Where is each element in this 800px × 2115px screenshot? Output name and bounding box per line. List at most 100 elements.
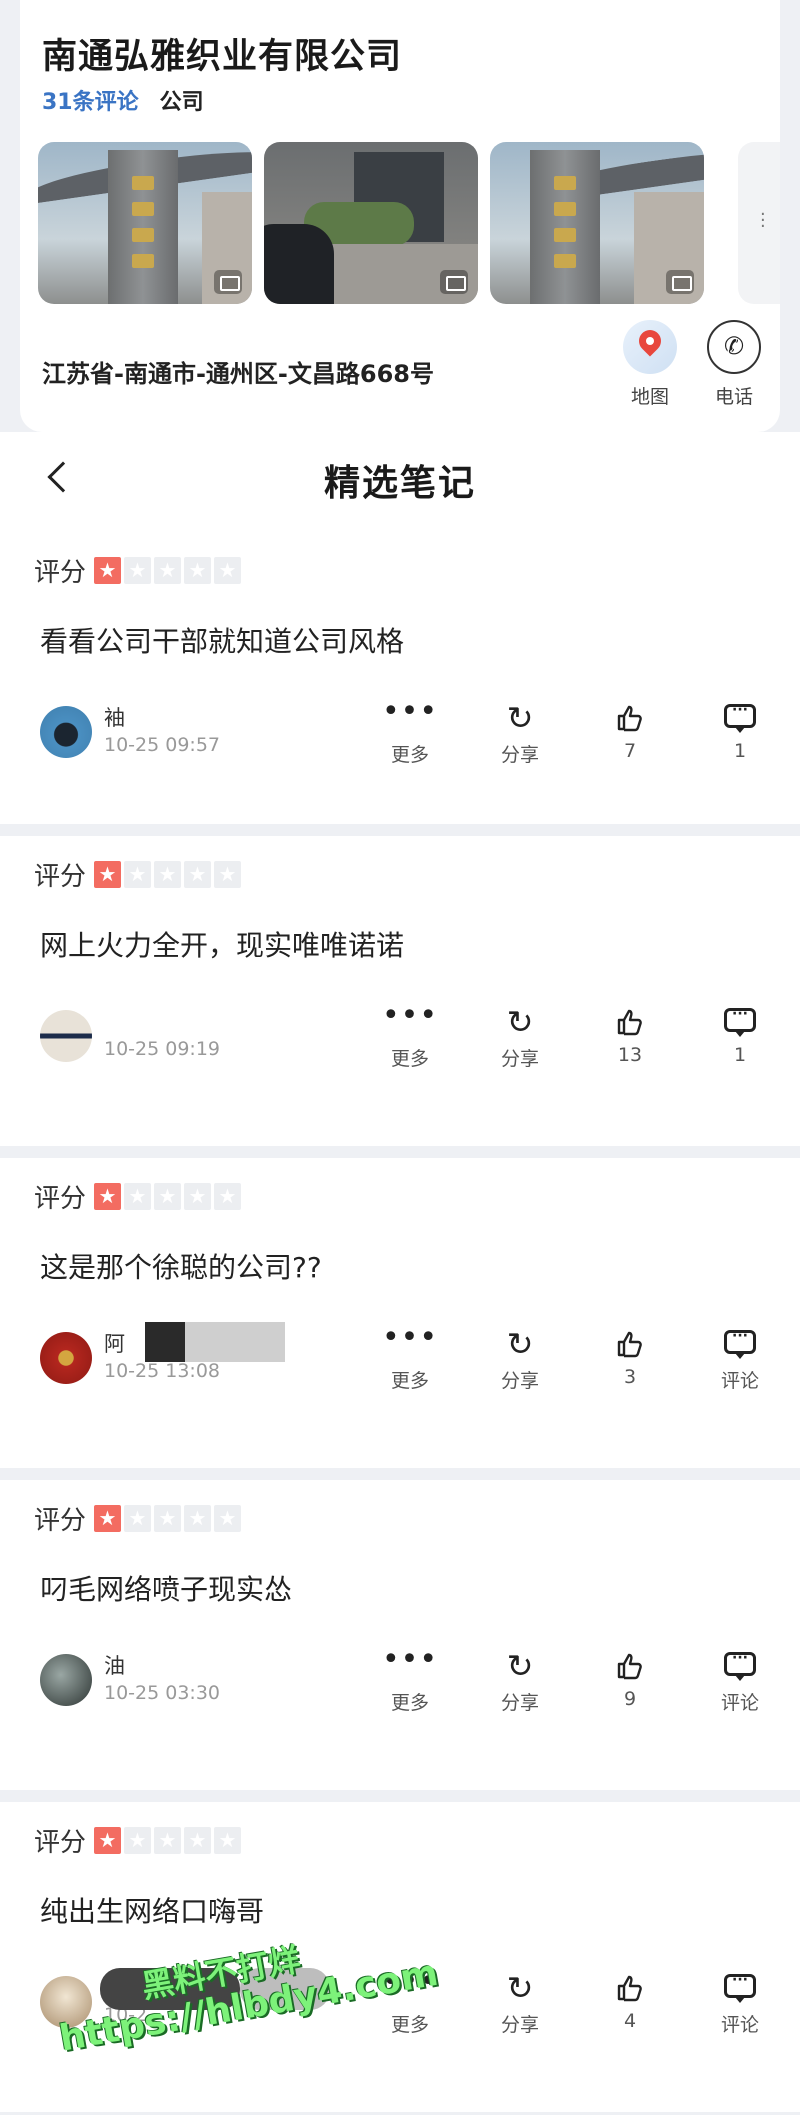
star-icon bbox=[184, 1827, 212, 1854]
review-text: 这是那个徐聪的公司?? bbox=[40, 1251, 322, 1284]
share-icon: ↻ bbox=[506, 699, 534, 737]
avatar[interactable] bbox=[40, 706, 92, 758]
review-actions: ••• 更多 ↻ 分享 7 1 bbox=[370, 697, 780, 770]
star-rating bbox=[94, 1183, 242, 1210]
star-icon bbox=[94, 1183, 122, 1210]
share-button[interactable]: ↻ 分享 bbox=[480, 1648, 560, 1715]
share-button[interactable]: ↻ 分享 bbox=[480, 1326, 560, 1393]
company-meta: 31条评论 公司 bbox=[42, 84, 204, 116]
comment-button[interactable]: 评论 bbox=[700, 1648, 780, 1715]
review-card: 评分 这是那个徐聪的公司?? 阿 10-25 13:08 ••• 更多 ↻ 分享 bbox=[0, 1158, 800, 1468]
star-icon bbox=[214, 1183, 242, 1210]
like-button[interactable]: 13 bbox=[590, 1004, 670, 1066]
like-count: 3 bbox=[623, 1366, 637, 1388]
star-icon bbox=[214, 1505, 242, 1532]
star-rating bbox=[94, 557, 242, 584]
more-button[interactable]: ••• 更多 bbox=[370, 1001, 450, 1071]
rating-label: 评分 bbox=[34, 862, 87, 892]
more-button[interactable]: ••• 更多 bbox=[370, 1320, 450, 1393]
author-name[interactable]: 袖 bbox=[104, 702, 125, 732]
more-button[interactable]: ••• 更多 bbox=[370, 1645, 450, 1715]
like-button[interactable]: 3 bbox=[590, 1326, 670, 1388]
company-card: 南通弘雅织业有限公司 31条评论 公司 · · · 江苏省-南通市-通州区-文昌… bbox=[20, 0, 780, 432]
phone-label: 电话 bbox=[714, 386, 753, 408]
share-icon: ↻ bbox=[506, 1325, 534, 1363]
review-time: 10-25 13:08 bbox=[104, 1360, 221, 1382]
page-title: 精选笔记 bbox=[323, 463, 476, 504]
share-label: 分享 bbox=[500, 2014, 539, 2036]
star-icon bbox=[124, 861, 152, 888]
gallery-photo[interactable] bbox=[264, 142, 478, 304]
comment-label: 评论 bbox=[720, 1692, 759, 1714]
company-category: 公司 bbox=[159, 90, 204, 115]
thumbs-up-icon bbox=[590, 1326, 670, 1362]
more-button[interactable]: ••• 更多 bbox=[370, 697, 450, 767]
more-label: 更多 bbox=[390, 2014, 429, 2036]
like-count: 13 bbox=[617, 1044, 643, 1066]
share-button[interactable]: ↻ 分享 bbox=[480, 700, 560, 767]
star-icon bbox=[124, 1505, 152, 1532]
notes-header: 精选笔记 bbox=[0, 432, 800, 532]
review-card: 评分 叼毛网络喷子现实怂 油 10-25 03:30 ••• 更多 ↻ 分享 bbox=[0, 1480, 800, 1790]
review-time: 10-25 03:30 bbox=[104, 1682, 221, 1704]
redaction-block bbox=[185, 1322, 285, 1362]
map-icon bbox=[623, 320, 677, 374]
rating-label: 评分 bbox=[34, 1184, 87, 1214]
more-label: 更多 bbox=[390, 744, 429, 766]
comment-button[interactable]: 评论 bbox=[700, 1326, 780, 1393]
star-icon bbox=[154, 861, 182, 888]
comment-icon bbox=[700, 700, 780, 736]
review-list: 评分 看看公司干部就知道公司风格 袖 10-25 09:57 ••• 更多 ↻ … bbox=[0, 532, 800, 2115]
reviews-count-link[interactable]: 31条评论 bbox=[42, 90, 139, 115]
thumbs-up-icon bbox=[590, 1648, 670, 1684]
author-name[interactable]: 油 bbox=[104, 1650, 125, 1680]
avatar[interactable] bbox=[40, 1654, 92, 1706]
star-icon bbox=[214, 1827, 242, 1854]
gallery-photo[interactable] bbox=[38, 142, 252, 304]
star-icon bbox=[94, 1827, 122, 1854]
star-icon bbox=[154, 1505, 182, 1532]
star-icon bbox=[124, 557, 152, 584]
review-card: 评分 看看公司干部就知道公司风格 袖 10-25 09:57 ••• 更多 ↻ … bbox=[0, 532, 800, 824]
comment-button[interactable]: 1 bbox=[700, 1004, 780, 1066]
more-photos[interactable]: · · · bbox=[738, 142, 780, 304]
review-card: 评分 网上火力全开，现实唯唯诺诺 10-25 09:19 ••• 更多 ↻ 分享 bbox=[0, 836, 800, 1146]
comment-button[interactable]: 1 bbox=[700, 700, 780, 762]
rating-label: 评分 bbox=[34, 1506, 87, 1536]
photo-gallery[interactable]: · · · bbox=[38, 142, 780, 304]
map-button[interactable]: 地图 bbox=[620, 320, 680, 409]
comment-label: 评论 bbox=[720, 2014, 759, 2036]
more-icon: ••• bbox=[381, 1320, 439, 1355]
review-actions: ••• 更多 ↻ 分享 9 评论 bbox=[370, 1645, 780, 1718]
share-icon: ↻ bbox=[506, 1003, 534, 1041]
comment-icon bbox=[700, 1648, 780, 1684]
review-text: 看看公司干部就知道公司风格 bbox=[40, 625, 405, 658]
star-rating bbox=[94, 861, 242, 888]
like-count: 4 bbox=[623, 2010, 637, 2032]
company-address: 江苏省-南通市-通州区-文昌路668号 bbox=[42, 360, 434, 388]
comment-icon bbox=[700, 1326, 780, 1362]
share-icon: ↻ bbox=[506, 1647, 534, 1685]
star-icon bbox=[94, 1505, 122, 1532]
author-name[interactable]: 阿 bbox=[104, 1328, 125, 1358]
avatar[interactable] bbox=[40, 1332, 92, 1384]
star-icon bbox=[184, 1183, 212, 1210]
comment-button[interactable]: 评论 bbox=[700, 1970, 780, 2037]
share-button[interactable]: ↻ 分享 bbox=[480, 1970, 560, 2037]
gallery-photo[interactable] bbox=[490, 142, 704, 304]
like-button[interactable]: 7 bbox=[590, 700, 670, 762]
like-count: 9 bbox=[623, 1688, 637, 1710]
rating-row: 评分 bbox=[34, 1822, 242, 1859]
review-text: 叼毛网络喷子现实怂 bbox=[40, 1573, 293, 1606]
image-icon bbox=[214, 270, 242, 294]
share-label: 分享 bbox=[500, 1370, 539, 1392]
image-icon bbox=[440, 270, 468, 294]
share-icon: ↻ bbox=[506, 1969, 534, 2007]
phone-button[interactable]: ✆ 电话 bbox=[704, 320, 764, 409]
like-button[interactable]: 4 bbox=[590, 1970, 670, 2032]
share-button[interactable]: ↻ 分享 bbox=[480, 1004, 560, 1071]
star-icon bbox=[214, 861, 242, 888]
like-button[interactable]: 9 bbox=[590, 1648, 670, 1710]
avatar[interactable] bbox=[40, 1010, 92, 1062]
more-label: 更多 bbox=[390, 1692, 429, 1714]
